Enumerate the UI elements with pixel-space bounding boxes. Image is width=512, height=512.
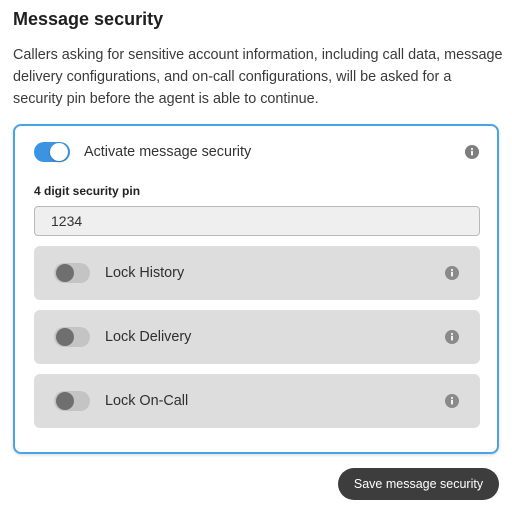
- toggle-thumb: [56, 328, 74, 346]
- toggle-thumb: [56, 264, 74, 282]
- lock-on-call-label: Lock On-Call: [105, 393, 189, 409]
- info-icon[interactable]: [445, 330, 459, 344]
- lock-history-label: Lock History: [105, 265, 185, 281]
- lock-history-toggle[interactable]: [54, 263, 90, 283]
- lock-delivery-toggle[interactable]: [54, 327, 90, 347]
- lock-delivery-label: Lock Delivery: [105, 329, 192, 345]
- lock-on-call-row: Lock On-Call: [34, 374, 480, 428]
- lock-on-call-toggle[interactable]: [54, 391, 90, 411]
- activate-security-label: Activate message security: [84, 144, 252, 160]
- toggle-thumb: [56, 392, 74, 410]
- page-description: Callers asking for sensitive account inf…: [13, 47, 503, 107]
- security-pin-input[interactable]: [34, 206, 480, 236]
- activate-security-toggle[interactable]: [34, 140, 70, 164]
- info-icon[interactable]: [445, 266, 459, 280]
- toggle-thumb: [50, 143, 68, 161]
- pin-label: 4 digit security pin: [34, 184, 141, 198]
- save-message-security-button[interactable]: Save message security: [338, 468, 499, 500]
- info-icon[interactable]: [445, 394, 459, 408]
- lock-delivery-row: Lock Delivery: [34, 310, 480, 364]
- message-security-card: Activate message security 4 digit securi…: [13, 124, 499, 454]
- page-title: Message security: [13, 9, 164, 29]
- info-icon[interactable]: [465, 145, 479, 159]
- lock-history-row: Lock History: [34, 246, 480, 300]
